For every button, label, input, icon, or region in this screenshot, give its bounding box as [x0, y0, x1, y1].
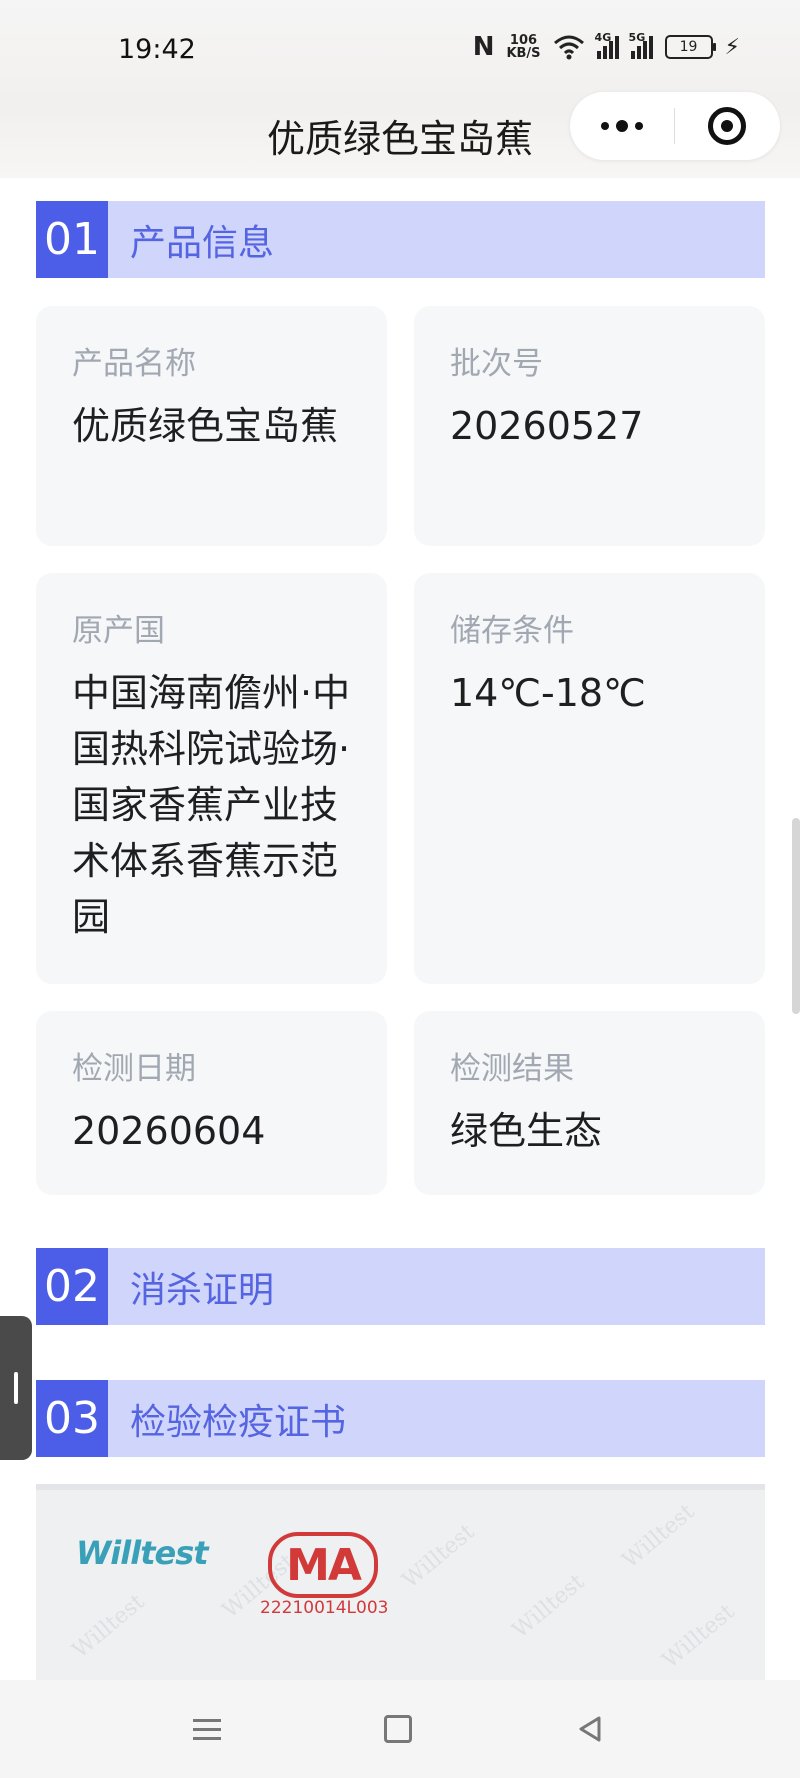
wifi-icon [553, 35, 584, 60]
charging-icon: ⚡ [724, 34, 740, 60]
target-icon [708, 107, 746, 145]
network-speed: 106 KB/S [506, 34, 540, 60]
card-label: 原产国 [72, 613, 165, 649]
info-card-test-date: 检测日期 20260604 [36, 1011, 387, 1195]
card-value: 中国海南儋州·中国热科院试验场·国家香蕉产业技术体系香蕉示范园 [72, 671, 351, 939]
info-card-product-name: 产品名称 优质绿色宝岛蕉 [36, 306, 387, 546]
mini-program-capsule [570, 92, 780, 160]
battery-level: 19 [679, 39, 698, 55]
status-icons: N 106 KB/S 4G 5G 19 ⚡ [472, 31, 740, 62]
battery-icon: 19 [664, 35, 716, 59]
card-label: 储存条件 [450, 613, 574, 649]
top-bar: 19:42 N 106 KB/S 4G 5G 19 ⚡ 优质绿色宝岛蕉 [0, 0, 800, 178]
card-label: 批次号 [450, 346, 543, 382]
network-speed-unit: KB/S [506, 46, 541, 61]
signal-5g-label: 5G [628, 31, 646, 44]
card-label: 检测结果 [450, 1051, 574, 1087]
section-header-product-info: 01 产品信息 [36, 201, 765, 278]
dot-icon [635, 122, 643, 130]
watermark-text: Willtest [657, 1599, 740, 1674]
section-number: 01 [36, 201, 108, 278]
dot-icon [601, 122, 609, 130]
card-value: 绿色生态 [450, 1109, 603, 1153]
status-time: 19:42 [118, 34, 196, 65]
recent-apps-button[interactable] [162, 1680, 252, 1778]
more-button[interactable] [570, 92, 674, 160]
info-card-batch-number: 批次号 20260527 [414, 306, 765, 546]
scrollbar[interactable] [792, 818, 800, 1014]
back-triangle-icon [579, 1716, 601, 1742]
watermark-text: Willtest [617, 1499, 700, 1574]
section-title: 产品信息 [130, 222, 275, 264]
section-header-quarantine[interactable]: 03 检验检疫证书 [36, 1380, 765, 1457]
signal-4g-icon: 4G [595, 31, 619, 59]
grip-icon [14, 1372, 18, 1404]
section-title: 消杀证明 [130, 1269, 275, 1311]
info-card-origin: 原产国 中国海南儋州·中国热科院试验场·国家香蕉产业技术体系香蕉示范园 [36, 573, 387, 984]
dot-icon [616, 120, 628, 132]
certificate-image[interactable]: Willtest Willtest Willtest Willtest Will… [36, 1484, 765, 1680]
card-value: 20260604 [72, 1109, 266, 1153]
section-title: 检验检疫证书 [130, 1401, 347, 1443]
side-drawer-handle[interactable] [0, 1316, 32, 1460]
section-header-disinfection[interactable]: 02 消杀证明 [36, 1248, 765, 1325]
menu-icon [193, 1713, 221, 1746]
section-number: 02 [36, 1248, 108, 1325]
watermark-text: Willtest [397, 1519, 480, 1594]
card-value: 20260527 [450, 404, 644, 448]
system-nav-bar [0, 1680, 800, 1778]
close-mini-program-button[interactable] [675, 92, 779, 160]
certificate-top-border [36, 1484, 765, 1490]
watermark-text: Willtest [507, 1569, 590, 1644]
back-button[interactable] [545, 1680, 635, 1778]
card-label: 检测日期 [72, 1051, 196, 1087]
signal-5g-icon: 5G [629, 31, 653, 59]
cma-mark: MA [268, 1532, 378, 1598]
watermark-text: Willtest [67, 1589, 150, 1664]
nfc-icon: N [472, 32, 495, 62]
home-button[interactable] [353, 1680, 443, 1778]
cma-code: 22210014L003 [260, 1598, 389, 1618]
willtest-logo: Willtest [76, 1534, 209, 1572]
home-icon [384, 1715, 412, 1743]
section-number: 03 [36, 1380, 108, 1457]
card-value: 优质绿色宝岛蕉 [72, 404, 339, 448]
card-label: 产品名称 [72, 346, 196, 382]
signal-4g-label: 4G [594, 31, 612, 44]
info-card-storage: 储存条件 14℃-18℃ [414, 573, 765, 984]
info-card-test-result: 检测结果 绿色生态 [414, 1011, 765, 1195]
card-value: 14℃-18℃ [450, 671, 646, 715]
